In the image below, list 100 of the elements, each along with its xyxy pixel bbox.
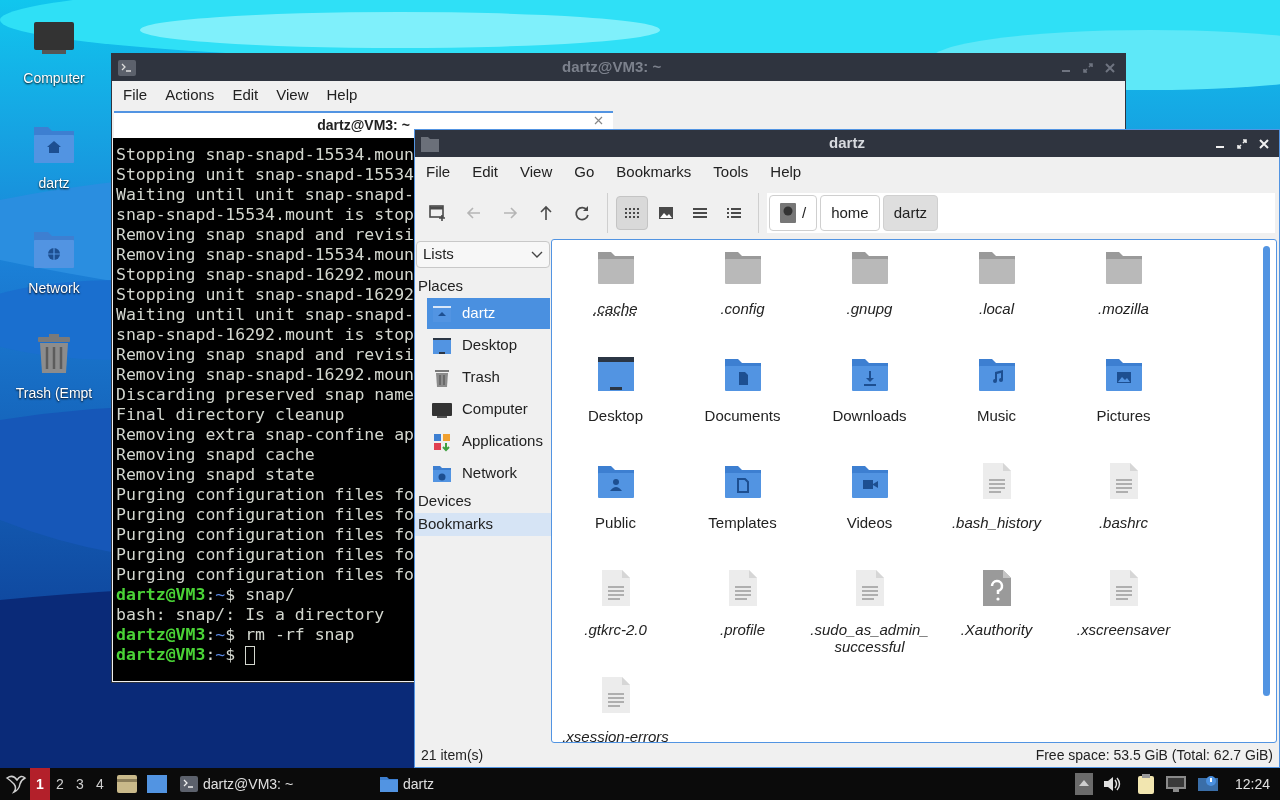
sidebar-item[interactable]: Network xyxy=(427,458,550,489)
sidebar-item[interactable]: Applications xyxy=(427,426,550,457)
file-name[interactable]: Public xyxy=(555,514,676,531)
file-name[interactable]: .mozilla xyxy=(1063,300,1184,317)
file-name[interactable]: Downloads xyxy=(809,407,930,424)
terminal-line: Removing extra snap-confine ap xyxy=(116,425,414,445)
sidebar-item[interactable]: Desktop xyxy=(427,330,550,361)
file-name[interactable]: .Xauthority xyxy=(936,621,1057,638)
terminal-line: Removing snapd cache xyxy=(116,445,315,465)
terminal-line: Stopping snap-snapd-16292.moun xyxy=(116,265,414,285)
path-button[interactable]: home xyxy=(820,195,880,231)
desktop-icon[interactable] xyxy=(146,774,168,794)
file-name[interactable]: .profile xyxy=(682,621,803,638)
taskbar-task[interactable]: dartz@VM3: ~ xyxy=(176,768,376,800)
menu-item[interactable]: View xyxy=(267,84,318,107)
terminal-line: Removing snap snapd and revisi xyxy=(116,225,414,245)
volume-icon[interactable] xyxy=(1102,776,1121,792)
scrollbar-thumb[interactable] xyxy=(1263,246,1270,696)
terminal-line: snap-snapd-16292.mount is stop xyxy=(116,325,414,345)
drive-icon xyxy=(780,203,796,223)
desktop-icon-label[interactable]: Trash (Empt xyxy=(15,383,93,404)
clipboard-icon[interactable] xyxy=(1136,773,1155,795)
view-mode-button[interactable] xyxy=(616,196,648,230)
window-title: dartz@VM3: ~ xyxy=(562,57,662,78)
workspace-button[interactable]: 2 xyxy=(50,768,70,800)
file-name[interactable]: .cache xyxy=(555,300,676,317)
menu-item[interactable]: File xyxy=(114,84,157,107)
workspace-button[interactable]: 4 xyxy=(90,768,110,800)
workspace-button[interactable]: 1 xyxy=(30,768,50,800)
menu-item[interactable]: Go xyxy=(563,160,606,184)
workspace-button[interactable]: 3 xyxy=(70,768,90,800)
chevron-down-icon xyxy=(531,250,543,259)
file-name[interactable]: .xscreensaver xyxy=(1063,621,1184,638)
sidebar-item[interactable]: Computer xyxy=(427,394,550,425)
terminal-line: bash: snap/: Is a directory xyxy=(116,605,385,625)
file-name[interactable]: Documents xyxy=(682,407,803,424)
window-title: dartz xyxy=(829,134,865,152)
file-manager-icon[interactable] xyxy=(116,774,138,794)
terminal-line: Waiting until unit snap-snapd- xyxy=(116,305,414,325)
file-name[interactable]: Music xyxy=(936,407,1057,424)
file-name[interactable]: .gtkrc-2.0 xyxy=(555,621,676,638)
menu-item[interactable]: Edit xyxy=(461,160,510,184)
file-name[interactable]: .sudo_as_admin_successful xyxy=(809,621,930,655)
file-name[interactable]: Desktop xyxy=(555,407,676,424)
terminal-line: Purging configuration files fo xyxy=(116,485,414,505)
terminal-line: Purging configuration files fo xyxy=(116,525,414,545)
sidebar-item[interactable]: Trash xyxy=(427,362,550,393)
path-button[interactable]: / xyxy=(769,195,818,231)
folder-icon xyxy=(380,776,398,792)
terminal-line: dartz@VM3:~$ snap/ xyxy=(116,585,295,605)
file-name[interactable]: Videos xyxy=(809,514,930,531)
terminal-line: Removing snap-snapd-16292.moun xyxy=(116,365,414,385)
file-name[interactable]: .bashrc xyxy=(1063,514,1184,531)
network-icon[interactable] xyxy=(1164,775,1187,793)
menu-item[interactable]: View xyxy=(509,160,564,184)
terminal-line: Final directory cleanup xyxy=(116,405,345,425)
folder-icon xyxy=(421,135,439,152)
menu-item[interactable]: Help xyxy=(759,160,813,184)
menu-item[interactable]: Edit xyxy=(223,84,268,107)
desktop-icon-label[interactable]: Network xyxy=(28,278,80,299)
terminal-icon xyxy=(180,776,198,792)
file-name[interactable]: .config xyxy=(682,300,803,317)
terminal-line: Stopping unit snap-snapd-16292 xyxy=(116,285,414,305)
terminal-line: Removing snapd state xyxy=(116,465,315,485)
terminal-icon xyxy=(118,59,136,76)
file-name[interactable]: .gnupg xyxy=(809,300,930,317)
section-header[interactable]: Places xyxy=(415,275,551,298)
clock: 12:24 xyxy=(1234,774,1270,794)
menu-item[interactable]: Actions xyxy=(156,84,224,107)
item-count: 21 item(s) xyxy=(421,745,484,765)
file-name[interactable]: .local xyxy=(936,300,1057,317)
file-name[interactable]: Pictures xyxy=(1063,407,1184,424)
menu-item[interactable]: File xyxy=(415,160,462,184)
terminal-line: Stopping snap-snapd-15534.moun xyxy=(116,145,414,165)
trash-icon xyxy=(432,367,452,388)
section-header[interactable]: Devices xyxy=(415,490,551,513)
menu-item[interactable]: Bookmarks xyxy=(605,160,703,184)
terminal-line: Removing snap-snapd-15534.moun xyxy=(116,245,414,265)
terminal-line: snap-snapd-15534.mount is stop xyxy=(116,205,414,225)
applications-icon xyxy=(432,431,452,452)
path-button[interactable]: dartz xyxy=(882,195,939,231)
section-header[interactable]: Bookmarks xyxy=(415,513,551,536)
home-folder-icon xyxy=(432,303,452,324)
desktop-folder-icon[interactable] xyxy=(595,355,636,393)
new-window-icon xyxy=(428,203,448,223)
free-space: Free space: 53.5 GiB (Total: 62.7 GiB) xyxy=(1035,745,1273,765)
notification-icon[interactable] xyxy=(1196,775,1219,793)
menu-item[interactable]: Help xyxy=(317,84,367,107)
terminal-line: dartz@VM3:~$ xyxy=(116,645,237,665)
file-name[interactable]: .bash_history xyxy=(936,514,1057,531)
terminal-line: Removing snap snapd and revisi xyxy=(116,345,414,365)
terminal-line: Discarding preserved snap name xyxy=(116,385,414,405)
taskbar-task[interactable]: dartz xyxy=(376,768,576,800)
menu-item[interactable]: Tools xyxy=(702,160,760,184)
lists-dropdown[interactable]: Lists xyxy=(416,241,550,268)
file-name[interactable]: .xsession-errors xyxy=(555,728,676,742)
terminal-line: Stopping unit snap-snapd-15534 xyxy=(116,165,414,185)
terminal-line: Purging configuration files fo xyxy=(116,545,414,565)
file-name[interactable]: Templates xyxy=(682,514,803,531)
network-folder-icon xyxy=(432,463,452,484)
